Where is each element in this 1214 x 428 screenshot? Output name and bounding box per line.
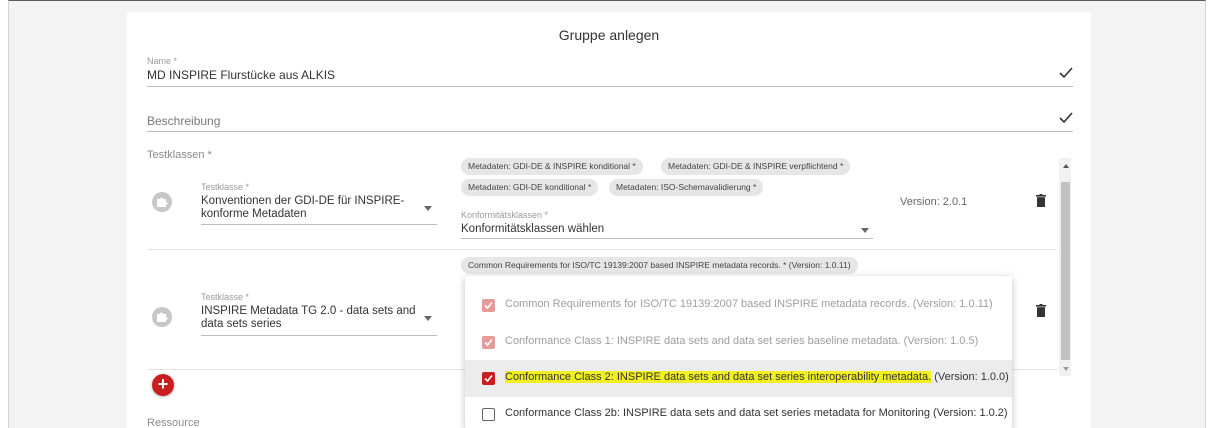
checkbox[interactable] (482, 336, 495, 349)
dialog-title: Gruppe anlegen (558, 27, 660, 43)
checkbox[interactable] (482, 408, 495, 421)
konformitaetsklassen-select[interactable]: Konformitätsklassen wählen (461, 223, 604, 236)
testklasse-select-value[interactable]: Konventionen der GDI-DE für INSPIRE- kon… (201, 195, 404, 221)
testklasse-select-value[interactable]: INSPIRE Metadata TG 2.0 - data sets and … (201, 305, 416, 331)
testklasse-label: Testklasse * (201, 292, 250, 302)
ressource-label: Ressource (147, 417, 200, 428)
testklassen-label: Testklassen * (147, 149, 212, 161)
description-field-underline (147, 131, 1073, 132)
testklasse-line: INSPIRE Metadata TG 2.0 - data sets and (201, 305, 416, 317)
testklasse-underline (201, 335, 437, 336)
option-version: (Version: 1.0.0) (931, 371, 1009, 383)
plus-icon: + (157, 374, 169, 394)
version-label: Version: 2.0.1 (900, 196, 968, 208)
testklasse-line: konforme Metadaten (201, 208, 307, 220)
checkbox[interactable] (482, 372, 495, 385)
check-icon (1059, 112, 1073, 124)
highlighted-text: Conformance Class 2: INSPIRE data sets a… (505, 371, 932, 383)
conformance-chip: Metadaten: GDI-DE konditional * (461, 179, 599, 196)
conformance-chip: Common Requirements for ISO/TC 19139:200… (461, 257, 858, 274)
scroll-down-icon[interactable] (1063, 367, 1069, 371)
dropdown-option[interactable]: Conformance Class 1: INSPIRE data sets a… (465, 324, 1012, 361)
option-label: Common Requirements for ISO/TC 19139:200… (505, 298, 993, 310)
add-testclass-button[interactable]: + (152, 374, 174, 396)
scroll-up-icon[interactable] (1063, 164, 1069, 168)
chevron-down-icon[interactable] (861, 228, 869, 233)
dropdown-option[interactable]: Conformance Class 2: INSPIRE data sets a… (465, 360, 1012, 397)
check-icon (1059, 67, 1073, 79)
scrollbar-thumb[interactable] (1061, 182, 1070, 360)
name-field[interactable]: MD INSPIRE Flurstücke aus ALKIS (147, 68, 335, 82)
option-label: Conformance Class 2: INSPIRE data sets a… (505, 371, 1009, 383)
chevron-down-icon[interactable] (424, 206, 432, 211)
chevron-down-icon[interactable] (424, 316, 432, 321)
dropdown-option[interactable]: Conformance Class 2b: INSPIRE data sets … (465, 396, 1012, 428)
checkbox[interactable] (482, 299, 495, 312)
trash-icon[interactable] (1036, 194, 1046, 207)
testklasse-line: data sets series (201, 318, 282, 330)
description-field[interactable]: Beschreibung (147, 114, 220, 128)
testklasse-label: Testklasse * (201, 182, 250, 192)
row-divider (147, 249, 1057, 250)
option-label: Conformance Class 2b: INSPIRE data sets … (505, 407, 1008, 419)
option-label: Conformance Class 1: INSPIRE data sets a… (505, 335, 979, 347)
trash-icon[interactable] (1036, 304, 1046, 317)
conformance-chip: Metadaten: GDI-DE & INSPIRE konditional … (461, 158, 643, 175)
testklasse-line: Konventionen der GDI-DE für INSPIRE- (201, 195, 405, 207)
dropdown-option[interactable]: Common Requirements for ISO/TC 19139:200… (465, 287, 1012, 324)
name-field-label: Name * (147, 56, 178, 66)
conformance-chip: Metadaten: ISO-Schemavalidierung * (609, 179, 764, 196)
konformitaetsklassen-label: Konformitätsklassen * (461, 210, 549, 220)
conformance-chip: Metadaten: GDI-DE & INSPIRE verpflichten… (661, 158, 851, 175)
konformitaetsklassen-dropdown: Common Requirements for ISO/TC 19139:200… (465, 276, 1012, 428)
puzzle-icon (152, 307, 172, 327)
testklasse-underline (201, 224, 437, 225)
konformitaetsklassen-underline (461, 238, 873, 239)
puzzle-icon (152, 192, 172, 212)
name-field-underline (147, 86, 1073, 87)
